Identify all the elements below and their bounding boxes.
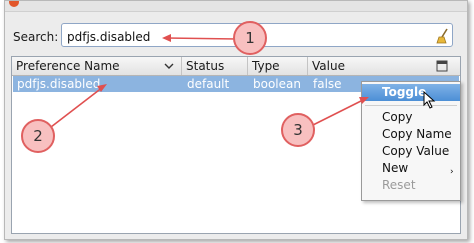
about-config-window: Search: pdfjs.disabled Preference Name S…	[4, 0, 468, 240]
callout-number: 3	[293, 121, 303, 139]
callout-3: 3	[281, 113, 315, 147]
callout-number: 2	[33, 127, 43, 145]
callout-2: 2	[21, 119, 55, 153]
callout-1: 1	[233, 21, 267, 55]
callout-number: 1	[245, 29, 255, 47]
